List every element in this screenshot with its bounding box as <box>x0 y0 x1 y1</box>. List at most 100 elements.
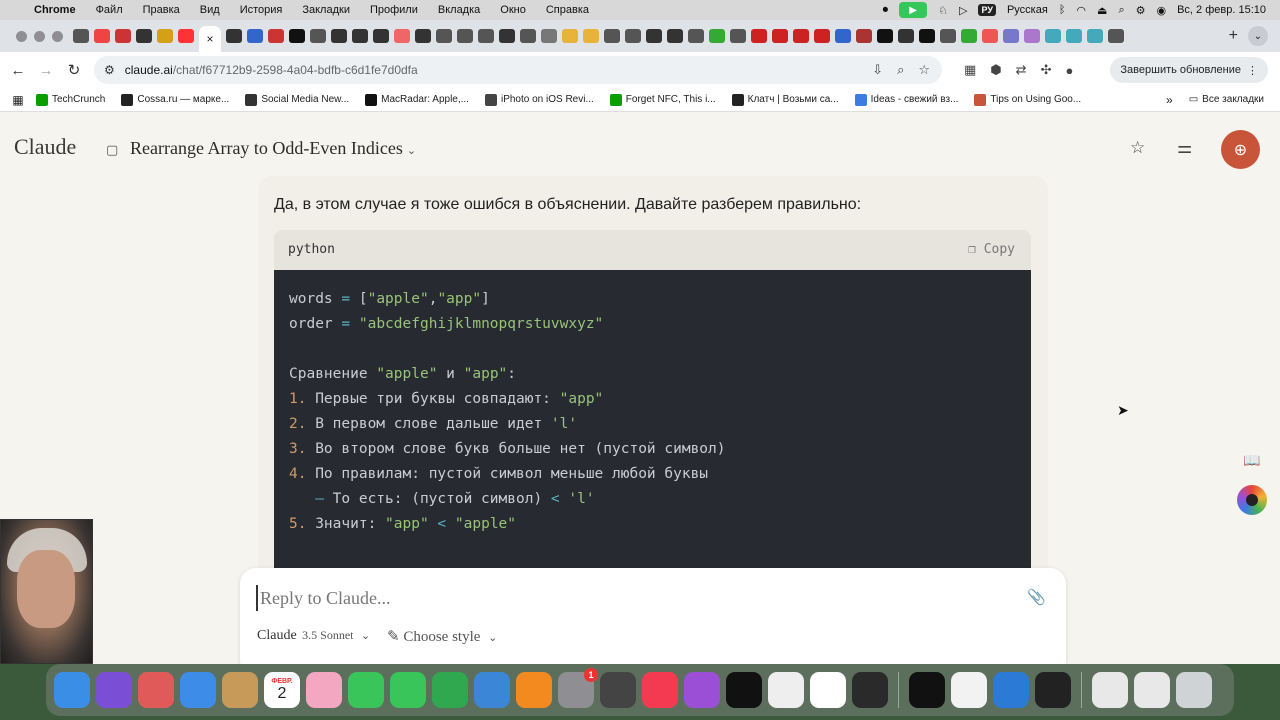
menu-item-view[interactable]: Вид <box>200 4 220 16</box>
model-selector[interactable]: Claude 3.5 Sonnet ⌄ <box>257 628 370 644</box>
assistant-icon[interactable]: ♘ <box>938 4 948 17</box>
record-stop-icon[interactable]: ⏺ <box>883 4 889 17</box>
install-app-icon[interactable]: ⇩ <box>872 62 883 78</box>
bookmark-item[interactable]: Ideas - свежий вз... <box>854 93 958 106</box>
reload-button[interactable]: ↻ <box>60 61 88 79</box>
terminal-dock-icon[interactable] <box>1035 672 1071 708</box>
browser-tab[interactable] <box>667 29 683 43</box>
trash-dock-icon[interactable] <box>1176 672 1212 708</box>
bookmark-item[interactable]: Клатч | Возьми са... <box>731 93 839 106</box>
browser-tab[interactable] <box>157 29 173 43</box>
browser-tab[interactable] <box>583 29 599 43</box>
tab-search-dropdown-icon[interactable]: ⌄ <box>1248 26 1268 46</box>
browser-tab[interactable] <box>352 29 368 43</box>
browser-tab[interactable] <box>136 29 152 43</box>
browser-tab[interactable] <box>562 29 578 43</box>
claude-logo[interactable]: Claude <box>14 134 76 160</box>
bookmark-item[interactable]: Social Media New... <box>245 93 349 106</box>
browser-tab[interactable] <box>1024 29 1040 43</box>
browser-tab[interactable] <box>394 29 410 43</box>
finish-update-button[interactable]: Завершить обновление ⋮ <box>1110 57 1268 83</box>
extension-hex-icon[interactable]: ⬢ <box>990 62 1001 78</box>
browser-tab[interactable] <box>115 29 131 43</box>
bluetooth-icon[interactable]: ᛒ <box>1059 4 1066 16</box>
browser-tab[interactable] <box>877 29 893 43</box>
browser-tab[interactable] <box>730 29 746 43</box>
keynote-dock-icon[interactable] <box>474 672 510 708</box>
back-button[interactable]: ← <box>4 62 32 79</box>
browser-tab[interactable] <box>541 29 557 43</box>
browser-tab[interactable] <box>793 29 809 43</box>
spotlight-search-icon[interactable]: ⌕ <box>1118 4 1124 17</box>
bookmark-item[interactable]: TechCrunch <box>36 93 105 106</box>
vscode-dock-icon[interactable] <box>993 672 1029 708</box>
style-selector[interactable]: ✎ Choose style ⌄ <box>387 627 497 646</box>
copy-code-button[interactable]: ❐ Copy <box>968 242 1015 257</box>
minimize-window-button[interactable] <box>34 30 45 42</box>
freeform-dock-icon[interactable] <box>810 672 846 708</box>
site-info-icon[interactable]: ⚙ <box>104 63 115 77</box>
bookmark-item[interactable]: Tips on Using Goo... <box>974 93 1081 106</box>
siri-icon[interactable]: ◉ <box>1156 4 1166 17</box>
epic-games-dock-icon[interactable] <box>909 672 945 708</box>
tv-dock-icon[interactable] <box>726 672 762 708</box>
zoom-icon[interactable]: ⌕ <box>897 62 904 78</box>
bookmark-item[interactable]: MacRadar: Apple,... <box>365 93 469 106</box>
airplay-icon[interactable]: ⏏ <box>1097 4 1107 17</box>
browser-tab[interactable] <box>835 29 851 43</box>
calendar-dock-icon[interactable]: ФЕВР. 2 <box>264 672 300 708</box>
apps-grid-icon[interactable]: ▦ <box>0 93 36 107</box>
attach-paperclip-icon[interactable]: 📎 <box>1027 588 1046 606</box>
browser-tab[interactable] <box>310 29 326 43</box>
window-minimized-icon[interactable] <box>1134 672 1170 708</box>
bookmarks-overflow-icon[interactable]: » <box>1166 93 1173 107</box>
browser-tab-active[interactable]: × <box>199 26 221 52</box>
browser-tab[interactable] <box>919 29 935 43</box>
browser-tab[interactable] <box>226 29 242 43</box>
downloads-stack-icon[interactable] <box>1092 672 1128 708</box>
browser-tab[interactable] <box>961 29 977 43</box>
contacts-dock-icon[interactable] <box>222 672 258 708</box>
profile-avatar-icon[interactable]: ● <box>1065 63 1073 78</box>
extension-grid-icon[interactable]: ▦ <box>964 62 976 78</box>
menu-item-edit[interactable]: Правка <box>143 4 180 16</box>
user-menu-avatar[interactable]: ⊕ <box>1221 130 1260 169</box>
browser-tab[interactable] <box>289 29 305 43</box>
new-tab-button[interactable]: + <box>1229 27 1238 45</box>
browser-tab[interactable] <box>178 29 194 43</box>
browser-tab[interactable] <box>457 29 473 43</box>
facetime-camera-icon[interactable]: ▶ <box>899 2 928 18</box>
browser-tab[interactable] <box>331 29 347 43</box>
browser-tab[interactable] <box>646 29 662 43</box>
extension-translate-icon[interactable]: ⇄ <box>1016 62 1027 78</box>
chrome-dock-icon[interactable] <box>951 672 987 708</box>
browser-tab[interactable] <box>856 29 872 43</box>
browser-tab[interactable] <box>247 29 263 43</box>
browser-tab[interactable] <box>520 29 536 43</box>
books-dock-icon[interactable] <box>516 672 552 708</box>
reply-input[interactable] <box>256 585 1016 611</box>
facetime-dock-icon[interactable] <box>348 672 384 708</box>
all-bookmarks-folder[interactable]: ▭ Все закладки <box>1189 94 1264 105</box>
menu-item-tab[interactable]: Вкладка <box>438 4 480 16</box>
bookmark-item[interactable]: Forget NFC, This i... <box>609 93 716 106</box>
music-dock-icon[interactable] <box>642 672 678 708</box>
zoom-window-button[interactable] <box>52 30 63 42</box>
browser-tab[interactable] <box>1108 29 1124 43</box>
browser-tab[interactable] <box>1087 29 1103 43</box>
menu-item-window[interactable]: Окно <box>500 4 526 16</box>
star-chat-icon[interactable]: ☆ <box>1130 138 1145 158</box>
launchpad-dock-icon[interactable] <box>138 672 174 708</box>
simulator-dock-icon[interactable] <box>852 672 888 708</box>
extensions-puzzle-icon[interactable]: ✣ <box>1041 62 1052 78</box>
browser-tab[interactable] <box>268 29 284 43</box>
bookmark-item[interactable]: Cossa.ru — марке... <box>121 93 229 106</box>
browser-tab[interactable] <box>478 29 494 43</box>
browser-tab[interactable] <box>982 29 998 43</box>
numbers-dock-icon[interactable] <box>432 672 468 708</box>
input-language-badge[interactable]: РУ <box>978 4 996 16</box>
browser-tab[interactable] <box>604 29 620 43</box>
close-window-button[interactable] <box>16 30 27 42</box>
photos-dock-icon[interactable] <box>306 672 342 708</box>
quicktime-dock-icon[interactable] <box>600 672 636 708</box>
